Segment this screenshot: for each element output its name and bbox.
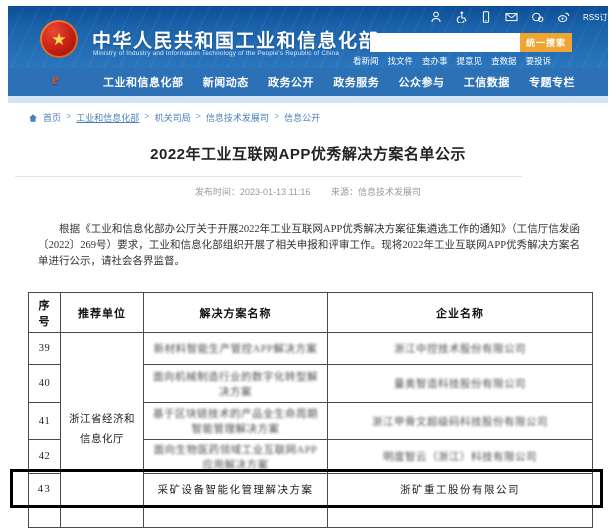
company-cell: 明度智云（浙江）科技有限公司 [328,440,593,474]
gov-e-logo: e [52,71,59,89]
link-icon[interactable] [531,11,544,23]
nav-item[interactable]: 工业和信息化部 [103,74,184,90]
mail-icon[interactable] [505,11,518,23]
company-cell: 浙江中控技术股份有限公司 [328,333,593,365]
title-divider [15,176,522,177]
mobile-icon[interactable] [480,11,492,23]
quick-links: 看新闻找文件查办事提意见查数据要投诉 [353,55,551,67]
qa-mascot-icon[interactable] [430,11,442,23]
site-subtitle: Ministry of Industry and Information Tec… [93,50,339,57]
unified-search-button[interactable]: 统一搜索 [520,33,572,52]
nav-substrip [8,96,608,103]
weibo-icon[interactable] [557,11,570,23]
solution-cell: 面向生物医药领域工业互联网APP应用解决方案 [144,440,328,474]
nav-item[interactable]: 专题专栏 [529,74,575,90]
recommender-cell: 浙江省经济和信息化厅 [61,333,144,528]
row-number-cell: 43 [29,474,61,506]
quick-link[interactable]: 查数据 [491,55,517,67]
row-number-cell: 42 [29,440,61,474]
row-number-cell: 40 [29,365,61,403]
solution-cell: 面向机械制造行业的数字化转型解决方案 [144,365,328,403]
breadcrumb-separator: > [66,111,71,124]
table-row: 39浙江省经济和信息化厅新材料智能生产管控APP解决方案浙江中控技术股份有限公司 [29,333,593,365]
nav-item[interactable]: 公众参与 [399,74,445,90]
table-body: 39浙江省经济和信息化厅新材料智能生产管控APP解决方案浙江中控技术股份有限公司… [29,333,593,528]
national-emblem-logo: ★ [40,20,78,58]
breadcrumb-item[interactable]: 工业和信息化部 [76,111,139,124]
solution-cell: 基于区块链技术的产品全生命周期智能管理解决方案 [144,403,328,440]
company-cell: 量奥智造科技股份有限公司 [328,365,593,403]
breadcrumb-separator: > [196,111,201,124]
page-title: 2022年工业互联网APP优秀解决方案名单公示 [0,143,616,164]
publish-time: 发布时间：2023-01-13 11:16 [195,187,310,197]
rss-subscribe-link[interactable]: RSS订阅 [583,12,615,23]
site-title: 中华人民共和国工业和信息化部 [92,26,379,53]
table-header-cell: 推荐单位 [61,293,144,333]
accessibility-icon[interactable] [455,11,467,23]
quick-link[interactable]: 要投诉 [526,55,552,67]
table-header-cell: 企业名称 [328,293,593,333]
solution-cell: 采矿设备智能化管理解决方案 [144,474,328,506]
article-paragraph: 根据《工业和信息化部办公厅关于开展2022年工业互联网APP优秀解决方案征集遴选… [38,222,580,270]
search-input[interactable] [370,33,520,52]
table-header-cell: 序号 [29,293,61,333]
nav-item[interactable]: 新闻动态 [203,74,249,90]
breadcrumb: 首页 > 工业和信息化部 > 机关司局 > 信息技术发展司 > 信息公开 [28,111,320,124]
breadcrumb-item[interactable]: 信息技术发展司 [206,111,269,124]
header-icon-row: RSS订阅 [430,11,615,23]
row-number-cell: 39 [29,333,61,365]
solution-cell: 新材料智能生产管控APP解决方案 [144,333,328,365]
quick-link[interactable]: 查办事 [422,55,448,67]
quick-link[interactable]: 找文件 [388,55,414,67]
breadcrumb-item[interactable]: 机关司局 [155,111,191,124]
breadcrumb-separator: > [144,111,149,124]
breadcrumb-separator: > [274,111,279,124]
quick-link[interactable]: 提意见 [457,55,483,67]
quick-link[interactable]: 看新闻 [353,55,379,67]
breadcrumb-home[interactable]: 首页 [43,111,61,124]
article-meta: 发布时间：2023-01-13 11:16 来源：信息技术发展司 [0,185,616,198]
article-source: 来源：信息技术发展司 [331,187,421,197]
search-bar: 统一搜索 [370,33,572,52]
table-header-row: 序号推荐单位解决方案名称企业名称 [29,293,593,333]
table-header-cell: 解决方案名称 [144,293,328,333]
company-cell: 浙矿重工股份有限公司 [328,474,593,506]
nav-item[interactable]: 政务服务 [333,74,379,90]
solutions-table: 序号推荐单位解决方案名称企业名称 39浙江省经济和信息化厅新材料智能生产管控AP… [28,292,593,528]
company-cell: 浙江甲骨文超级码科技股份有限公司 [328,403,593,440]
row-number-cell: 41 [29,403,61,440]
nav-item[interactable]: 工信数据 [464,74,510,90]
breadcrumb-item[interactable]: 信息公开 [284,111,320,124]
nav-items: 工业和信息化部 新闻动态 政务公开 政务服务 公众参与 工信数据 专题专栏 [103,68,575,96]
breadcrumb-items: > 工业和信息化部 > 机关司局 > 信息技术发展司 > 信息公开 [66,111,320,124]
home-icon[interactable] [28,113,38,123]
nav-item[interactable]: 政务公开 [268,74,314,90]
